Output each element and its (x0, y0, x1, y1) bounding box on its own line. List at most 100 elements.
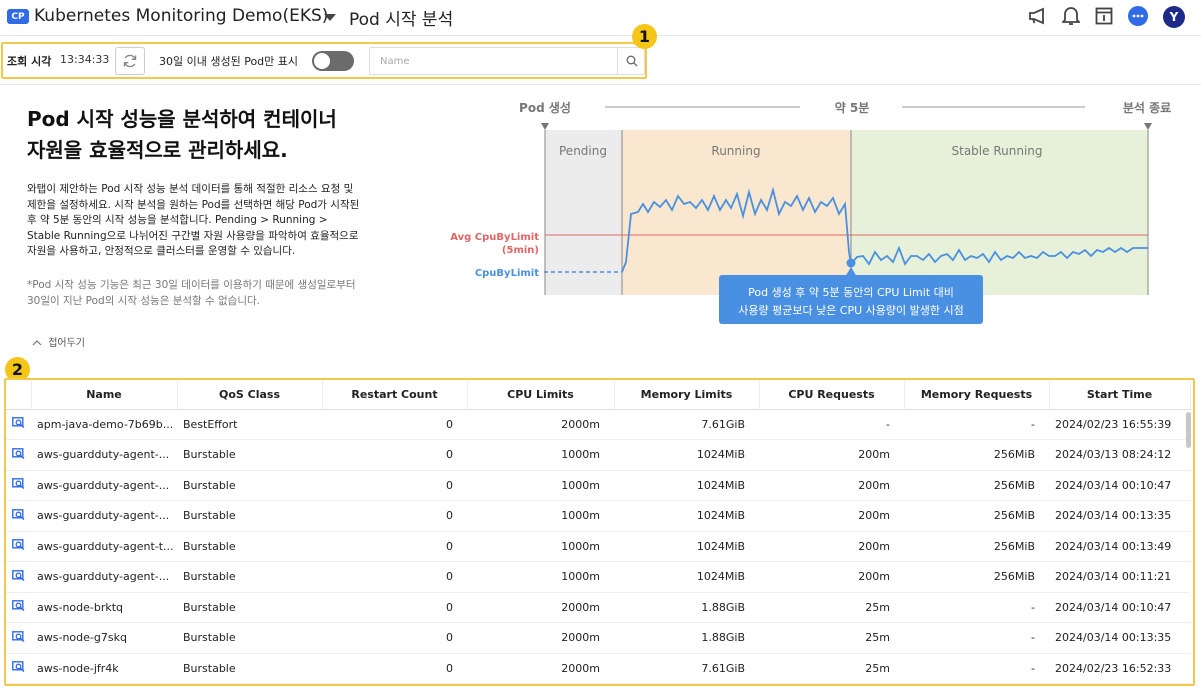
table-row[interactable]: aws-node-brktq Burstable 0 2000m 1.88GiB 25m -… (6, 592, 1190, 623)
query-time-label: 조회 시각 (7, 55, 52, 68)
table-cell: 0 (322, 409, 467, 440)
pod-detail-cell[interactable] (6, 470, 31, 501)
pod-detail-icon[interactable] (12, 447, 25, 459)
bell-icon[interactable] (1060, 5, 1082, 27)
table-cell: 2024/03/14 00:10:47 (1049, 592, 1190, 623)
table-cell: 0 (322, 531, 467, 562)
column-header[interactable]: Restart Count (322, 380, 468, 410)
timeline-start-label: Pod 생성 (519, 100, 571, 115)
column-header[interactable]: CPU Requests (759, 380, 905, 410)
pod-detail-icon[interactable] (12, 569, 25, 581)
table-cell: Burstable (177, 561, 322, 593)
megaphone-icon[interactable] (1027, 5, 1049, 27)
table-cell: 256MiB (904, 531, 1049, 562)
chat-icon[interactable] (1127, 5, 1149, 27)
intro-note: *Pod 시작 성능 기능은 최근 30일 데이터를 이용하기 때문에 생성일로… (27, 278, 407, 309)
table-cell[interactable]: aws-guardduty-agent-... (31, 500, 177, 532)
pod-detail-cell[interactable] (6, 531, 31, 562)
table-cell: 2024/03/13 08:24:12 (1049, 439, 1190, 471)
refresh-button[interactable] (115, 47, 145, 75)
recent-pods-toggle[interactable] (312, 51, 354, 71)
project-badge: CP (7, 9, 29, 24)
table-cell: 1000m (467, 561, 614, 593)
pod-table: Name QoS Class Restart Count CPU Limits … (4, 378, 1195, 686)
cpu-low-point (846, 258, 856, 268)
table-cell[interactable]: apm-java-demo-7b69b... (31, 409, 177, 440)
table-row[interactable]: aws-guardduty-agent-... Burstable 0 1000m 10… (6, 439, 1190, 471)
table-cell: 200m (759, 500, 904, 532)
intro-body-line: 후 약 5분 동안의 시작 성능을 분석합니다. Pending > Runni… (27, 214, 328, 226)
intro-title-line: Pod 시작 성능을 분석하여 컨테이너 (27, 107, 337, 131)
table-cell[interactable]: aws-node-jfr4k (31, 653, 177, 684)
table-cell: 1.88GiB (614, 592, 759, 623)
project-selector[interactable]: Kubernetes Monitoring Demo(EKS) (34, 6, 328, 26)
table-cell: 2024/02/23 16:55:39 (1049, 409, 1190, 440)
table-cell: 200m (759, 561, 904, 593)
search-button[interactable] (617, 48, 645, 74)
table-row[interactable]: aws-guardduty-agent-... Burstable 0 1000m 10… (6, 470, 1190, 501)
table-cell[interactable]: aws-guardduty-agent-... (31, 470, 177, 501)
pod-detail-cell[interactable] (6, 500, 31, 532)
table-cell: - (904, 653, 1049, 684)
table-cell[interactable]: aws-guardduty-agent-t... (31, 531, 177, 562)
table-header-row: Name QoS Class Restart Count CPU Limits … (6, 380, 1191, 410)
header-divider (0, 35, 1201, 36)
table-cell: 7.61GiB (614, 653, 759, 684)
table-cell: 0 (322, 561, 467, 593)
table-cell: 1024MiB (614, 561, 759, 593)
toggle-knob (314, 53, 330, 69)
table-cell: 7.61GiB (614, 409, 759, 440)
intro-description: 와탭이 제안하는 Pod 시작 성능 분석 데이터를 통해 적절한 리소스 요청… (27, 182, 407, 260)
table-cell[interactable]: aws-guardduty-agent-... (31, 439, 177, 471)
collapse-label: 접어두기 (48, 338, 85, 349)
table-row[interactable]: aws-node-g7skq Burstable 0 2000m 1.88GiB 25m -… (6, 622, 1190, 654)
column-header[interactable]: Name (31, 380, 178, 410)
chevron-up-icon (32, 340, 42, 346)
pod-detail-cell[interactable] (6, 439, 31, 471)
pod-detail-icon[interactable] (12, 630, 25, 642)
pod-detail-cell[interactable] (6, 622, 31, 654)
pod-detail-cell[interactable] (6, 409, 31, 440)
search-input[interactable] (370, 48, 616, 74)
pod-detail-icon[interactable] (12, 478, 25, 490)
table-cell: 2024/03/14 00:11:21 (1049, 561, 1190, 593)
table-row[interactable]: apm-java-demo-7b69b... BestEffort 0 2000m 7.… (6, 409, 1190, 440)
table-row[interactable]: aws-guardduty-agent-... Burstable 0 1000m 10… (6, 561, 1190, 593)
column-header[interactable]: Memory Limits (614, 380, 760, 410)
chevron-down-icon[interactable] (324, 14, 336, 21)
panel-icon[interactable] (1093, 5, 1115, 27)
table-cell[interactable]: aws-node-brktq (31, 592, 177, 623)
pod-detail-icon[interactable] (12, 539, 25, 551)
table-row[interactable]: aws-guardduty-agent-t... Burstable 0 1000m 1… (6, 531, 1190, 562)
table-cell: Burstable (177, 500, 322, 532)
pod-detail-icon[interactable] (12, 661, 25, 673)
column-header[interactable]: Start Time (1049, 380, 1191, 410)
pod-detail-cell[interactable] (6, 592, 31, 623)
pod-detail-icon[interactable] (12, 417, 25, 429)
avatar[interactable]: Y (1163, 6, 1185, 28)
table-cell: 256MiB (904, 470, 1049, 501)
table-cell[interactable]: aws-guardduty-agent-... (31, 561, 177, 593)
column-header[interactable]: Memory Requests (904, 380, 1050, 410)
table-cell[interactable]: aws-node-g7skq (31, 622, 177, 654)
pod-detail-cell[interactable] (6, 561, 31, 593)
pod-detail-icon[interactable] (12, 600, 25, 612)
intro-body-line: 와탭이 제안하는 Pod 시작 성능 분석 데이터를 통해 적절한 리소스 요청… (27, 183, 354, 195)
table-cell: 1024MiB (614, 439, 759, 471)
table-row[interactable]: aws-guardduty-agent-... Burstable 0 1000m 10… (6, 500, 1190, 532)
page-title: Pod 시작 분석 (349, 10, 454, 30)
search-box (369, 47, 645, 75)
startup-phase-diagram: Pod 생성 약 5분 분석 종료 Pending Running Stable… (450, 100, 1171, 324)
column-header-icon (6, 380, 32, 410)
column-header[interactable]: QoS Class (177, 380, 323, 410)
pod-detail-icon[interactable] (12, 508, 25, 520)
table-cell: - (904, 622, 1049, 654)
table-scrollbar[interactable] (1186, 412, 1191, 448)
pod-detail-cell[interactable] (6, 653, 31, 684)
timeline-end-label: 분석 종료 (1123, 101, 1171, 115)
table-cell: 2000m (467, 409, 614, 440)
collapse-toggle[interactable]: 접어두기 (32, 334, 85, 349)
intro-note-line: 30일이 지난 Pod의 시작 성능은 분석할 수 없습니다. (27, 294, 260, 307)
table-row[interactable]: aws-node-jfr4k Burstable 0 2000m 7.61GiB 25m -… (6, 653, 1190, 684)
column-header[interactable]: CPU Limits (467, 380, 615, 410)
